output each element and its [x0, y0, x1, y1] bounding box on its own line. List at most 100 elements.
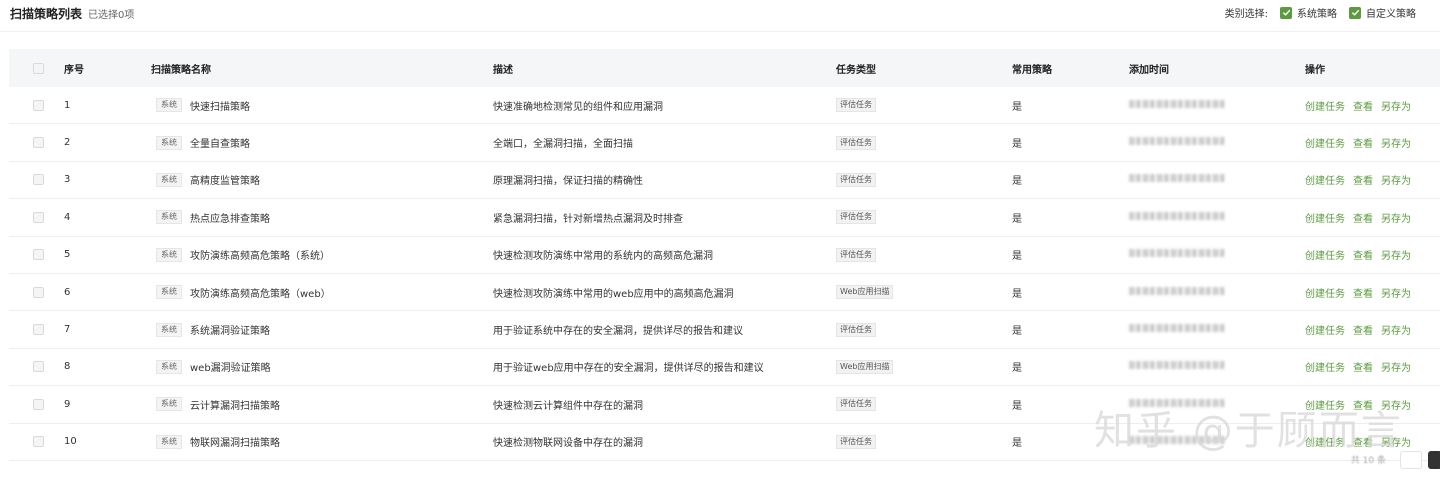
strategy-desc: 快速检测云计算组件中存在的漏洞	[493, 400, 643, 412]
common-flag: 是	[1012, 176, 1022, 188]
row-checkbox[interactable]	[33, 137, 44, 149]
common-flag: 是	[1012, 400, 1022, 412]
page-next-button[interactable]	[1428, 450, 1440, 469]
row-actions: 创建任务 查看 另存为	[1305, 285, 1440, 300]
row-no: 5	[64, 249, 71, 261]
row-checkbox[interactable]	[33, 174, 44, 186]
strategy-name: web漏洞验证策略	[190, 363, 271, 375]
strategy-name: 攻防演练高频高危策略（web）	[190, 288, 331, 300]
added-time-blurred	[1129, 361, 1225, 370]
view-link[interactable]: 查看	[1353, 397, 1373, 412]
strategy-desc: 用于验证系统中存在的安全漏洞，提供详尽的报告和建议	[493, 326, 743, 338]
table-row: 8 系统 web漏洞验证策略 用于验证web应用中存在的安全漏洞，提供详尽的报告和建议…	[9, 349, 1440, 387]
strategy-name: 云计算漏洞扫描策略	[190, 400, 280, 412]
row-actions: 创建任务 查看 另存为	[1305, 247, 1440, 262]
create-task-link[interactable]: 创建任务	[1305, 397, 1345, 412]
save-as-link[interactable]: 另存为	[1381, 210, 1411, 225]
common-flag: 是	[1012, 326, 1022, 338]
view-link[interactable]: 查看	[1353, 210, 1373, 225]
strategy-name: 物联网漏洞扫描策略	[190, 438, 280, 450]
save-as-link[interactable]: 另存为	[1381, 135, 1411, 150]
row-actions: 创建任务 查看 另存为	[1305, 322, 1440, 337]
view-link[interactable]: 查看	[1353, 172, 1373, 187]
col-header-ops: 操作	[1305, 64, 1325, 76]
row-checkbox[interactable]	[33, 436, 44, 448]
create-task-link[interactable]: 创建任务	[1305, 172, 1345, 187]
common-flag: 是	[1012, 101, 1022, 113]
save-as-link[interactable]: 另存为	[1381, 359, 1411, 374]
added-time-blurred	[1129, 286, 1225, 295]
task-type-tag: 评估任务	[836, 434, 876, 449]
filter-system-checkbox[interactable]: 系统策略	[1280, 5, 1343, 20]
filter-custom-checkbox[interactable]: 自定义策略	[1349, 5, 1422, 20]
col-header-no: 序号	[64, 64, 84, 76]
row-checkbox[interactable]	[33, 211, 44, 223]
strategy-name: 系统漏洞验证策略	[190, 326, 270, 338]
create-task-link[interactable]: 创建任务	[1305, 98, 1345, 113]
row-checkbox[interactable]	[33, 249, 44, 261]
create-task-link[interactable]: 创建任务	[1305, 359, 1345, 374]
total-count: 共 10 条	[1350, 456, 1386, 467]
save-as-link[interactable]: 另存为	[1381, 98, 1411, 113]
system-tag: 系统	[156, 285, 182, 300]
row-no: 6	[64, 286, 71, 298]
pagination: 共 10 条	[1350, 450, 1440, 469]
row-actions: 创建任务 查看 另存为	[1305, 434, 1440, 449]
row-no: 2	[64, 137, 71, 149]
system-tag: 系统	[156, 359, 182, 374]
strategy-name: 快速扫描策略	[190, 101, 250, 113]
save-as-link[interactable]: 另存为	[1381, 247, 1411, 262]
row-no: 7	[64, 324, 71, 336]
added-time-blurred	[1129, 137, 1225, 146]
row-checkbox[interactable]	[33, 99, 44, 111]
view-link[interactable]: 查看	[1353, 135, 1373, 150]
create-task-link[interactable]: 创建任务	[1305, 210, 1345, 225]
row-checkbox[interactable]	[33, 361, 44, 373]
system-tag: 系统	[156, 98, 182, 113]
save-as-link[interactable]: 另存为	[1381, 172, 1411, 187]
row-checkbox[interactable]	[33, 286, 44, 298]
table-header: 序号 扫描策略名称 描述 任务类型 常用策略 添加时间 操作	[9, 49, 1440, 87]
row-checkbox[interactable]	[33, 324, 44, 336]
task-type-tag: 评估任务	[836, 397, 876, 412]
page-prev-button[interactable]	[1400, 450, 1422, 469]
top-bar: 扫描策略列表 已选择0项 类别选择: 系统策略 自定义策略	[0, 0, 1440, 26]
save-as-link[interactable]: 另存为	[1381, 285, 1411, 300]
row-no: 3	[64, 174, 71, 186]
strategy-desc: 快速检测攻防演练中常用的系统内的高频高危漏洞	[493, 251, 713, 263]
view-link[interactable]: 查看	[1353, 359, 1373, 374]
create-task-link[interactable]: 创建任务	[1305, 434, 1345, 449]
strategy-desc: 用于验证web应用中存在的安全漏洞，提供详尽的报告和建议	[493, 363, 764, 375]
row-actions: 创建任务 查看 另存为	[1305, 135, 1440, 150]
view-link[interactable]: 查看	[1353, 247, 1373, 262]
create-task-link[interactable]: 创建任务	[1305, 247, 1345, 262]
system-tag: 系统	[156, 247, 182, 262]
task-type-tag: Web应用扫描	[836, 285, 894, 300]
task-type-tag: 评估任务	[836, 135, 876, 150]
row-actions: 创建任务 查看 另存为	[1305, 172, 1440, 187]
select-all-checkbox[interactable]	[33, 62, 44, 74]
row-checkbox[interactable]	[33, 398, 44, 410]
view-link[interactable]: 查看	[1353, 322, 1373, 337]
common-flag: 是	[1012, 213, 1022, 225]
save-as-link[interactable]: 另存为	[1381, 434, 1411, 449]
strategy-desc: 紧急漏洞扫描，针对新增热点漏洞及时排查	[493, 213, 683, 225]
row-no: 1	[64, 99, 71, 111]
create-task-link[interactable]: 创建任务	[1305, 322, 1345, 337]
view-link[interactable]: 查看	[1353, 98, 1373, 113]
table-body: 1 系统 快速扫描策略 快速准确地检测常见的组件和应用漏洞 评估任务是创建任务 查看 另存为…	[9, 87, 1440, 461]
col-header-type: 任务类型	[836, 64, 876, 76]
checkbox-checked-icon[interactable]	[1349, 6, 1361, 19]
row-no: 10	[64, 436, 77, 448]
strategy-desc: 快速检测攻防演练中常用的web应用中的高频高危漏洞	[493, 288, 734, 300]
view-link[interactable]: 查看	[1353, 285, 1373, 300]
view-link[interactable]: 查看	[1353, 434, 1373, 449]
create-task-link[interactable]: 创建任务	[1305, 135, 1345, 150]
save-as-link[interactable]: 另存为	[1381, 397, 1411, 412]
save-as-link[interactable]: 另存为	[1381, 322, 1411, 337]
create-task-link[interactable]: 创建任务	[1305, 285, 1345, 300]
checkbox-checked-icon[interactable]	[1280, 6, 1292, 19]
strategy-name: 全量自查策略	[190, 139, 250, 151]
table-row: 5 系统 攻防演练高频高危策略（系统） 快速检测攻防演练中常用的系统内的高频高危漏洞 评…	[9, 237, 1440, 274]
category-filter: 类别选择: 系统策略 自定义策略	[1225, 5, 1422, 20]
